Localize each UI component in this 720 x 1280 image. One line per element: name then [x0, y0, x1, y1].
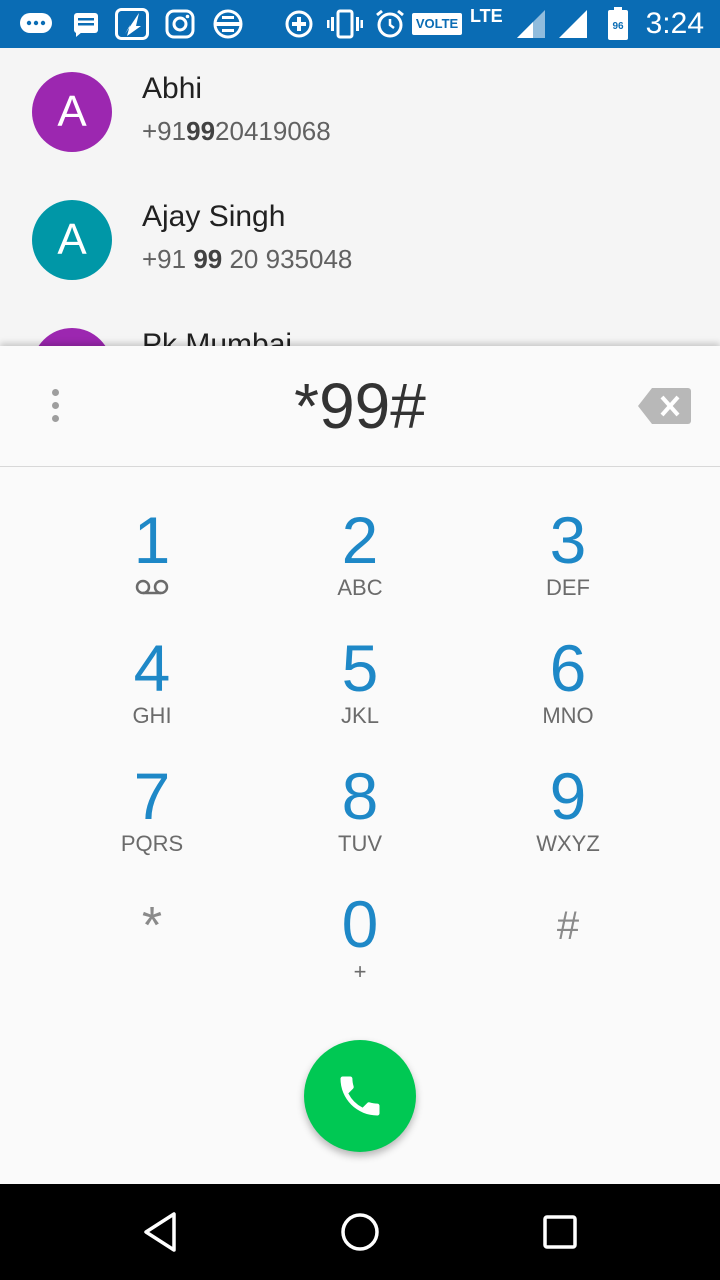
- key-symbol: *: [141, 897, 163, 955]
- key-digit: 8: [341, 759, 379, 833]
- dial-key-5[interactable]: 5 JKL: [240, 614, 480, 742]
- paytm-icon: [114, 8, 150, 40]
- key-digit: 9: [549, 759, 587, 833]
- key-letters: MNO: [542, 703, 594, 728]
- alarm-icon: [374, 8, 406, 40]
- key-letters: ABC: [337, 575, 383, 600]
- key-letters: DEF: [546, 575, 590, 600]
- key-digit: 5: [341, 631, 379, 705]
- contact-suggestions: A Abhi +919920419068 A Ajay Singh +91 99…: [0, 48, 720, 346]
- dial-key-8[interactable]: 8 TUV: [240, 742, 480, 870]
- key-letters: PQRS: [120, 831, 184, 856]
- key-letters: WXYZ: [536, 831, 600, 856]
- contact-name: Abhi: [142, 72, 203, 105]
- contact-item[interactable]: A Ajay Singh +91 99 20 935048: [0, 176, 720, 304]
- navigation-bar: [0, 1184, 720, 1280]
- instagram-icon: [164, 8, 196, 40]
- backspace-icon: [638, 388, 691, 424]
- bank-icon: [210, 8, 246, 40]
- dial-key-7[interactable]: 7 PQRS: [32, 742, 272, 870]
- battery-icon: 96: [606, 7, 630, 40]
- home-button[interactable]: [336, 1208, 384, 1256]
- message-icon: [70, 8, 102, 40]
- key-letters: TUV: [338, 831, 382, 856]
- dial-display: *99#: [0, 346, 720, 467]
- contact-name: Pk Mumbai: [142, 328, 293, 346]
- clock: 3:24: [645, 7, 704, 40]
- backspace-button[interactable]: [636, 384, 692, 428]
- recents-button[interactable]: [536, 1208, 584, 1256]
- dialed-number-field[interactable]: *99#: [0, 368, 720, 444]
- dial-key-star[interactable]: *: [32, 870, 272, 998]
- dial-key-hash[interactable]: #: [448, 870, 688, 998]
- call-button[interactable]: [304, 1040, 416, 1152]
- key-digit: 3: [549, 503, 587, 577]
- voicemail-icon: [135, 579, 169, 595]
- back-button[interactable]: [136, 1208, 184, 1256]
- contact-number: +919920419068: [142, 116, 331, 146]
- home-icon: [341, 1213, 379, 1251]
- contact-number: +91 99 20 935048: [142, 244, 353, 274]
- vibrate-icon: [326, 8, 364, 40]
- battery-level: 96: [612, 21, 624, 32]
- volte-badge: VOLTE: [412, 13, 462, 35]
- dialpad-panel: *99# 1 2 ABC 3 DEF 4 GHI 5 JKL 6 MNO 7 P…: [0, 346, 720, 1184]
- dial-key-6[interactable]: 6 MNO: [448, 614, 688, 742]
- contact-item[interactable]: P Pk Mumbai: [0, 304, 720, 346]
- key-digit: 0: [341, 887, 379, 961]
- status-bar: VOLTE LTE 96 3:24: [0, 0, 720, 48]
- dial-key-9[interactable]: 9 WXYZ: [448, 742, 688, 870]
- network-type: LTE: [470, 6, 503, 26]
- key-digit: 6: [549, 631, 587, 705]
- dial-key-4[interactable]: 4 GHI: [32, 614, 272, 742]
- key-letters: GHI: [132, 703, 172, 728]
- key-digit: 2: [341, 503, 379, 577]
- signal-icon: [556, 8, 590, 40]
- key-digit: 1: [133, 503, 171, 577]
- recents-icon: [543, 1215, 577, 1249]
- data-saver-icon: [284, 8, 314, 40]
- phone-icon: [340, 1076, 380, 1116]
- back-icon: [144, 1212, 176, 1252]
- dial-key-3[interactable]: 3 DEF: [448, 486, 688, 614]
- key-digit: 4: [133, 631, 171, 705]
- signal-icon: [514, 8, 548, 40]
- avatar: A: [32, 200, 112, 280]
- avatar: A: [32, 72, 112, 152]
- key-digit: 7: [133, 759, 171, 833]
- key-symbol: #: [556, 904, 580, 948]
- key-letters: JKL: [341, 703, 379, 728]
- contact-item[interactable]: A Abhi +919920419068: [0, 48, 720, 176]
- key-letters: +: [353, 959, 367, 984]
- avatar: P: [32, 328, 112, 346]
- dial-key-0[interactable]: 0 +: [240, 870, 480, 998]
- dial-key-1[interactable]: 1: [32, 486, 272, 614]
- dial-key-2[interactable]: 2 ABC: [240, 486, 480, 614]
- chat-icon: [18, 8, 54, 40]
- contact-name: Ajay Singh: [142, 200, 286, 233]
